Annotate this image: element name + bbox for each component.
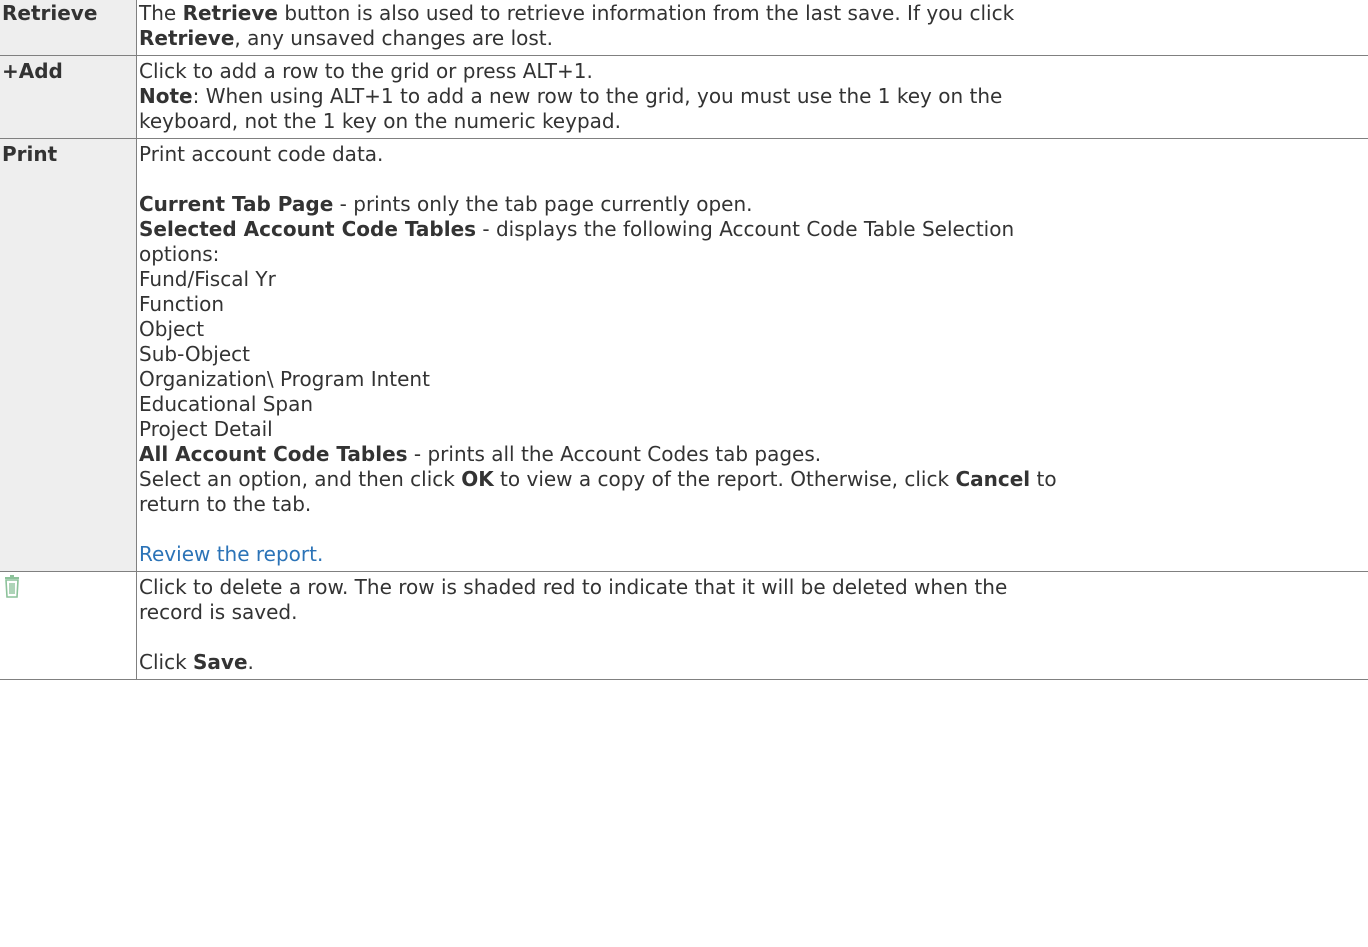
retrieve-label: Retrieve xyxy=(0,0,137,56)
review-report-link[interactable]: Review the report. xyxy=(139,542,323,566)
list-item: Object xyxy=(139,317,205,341)
add-label: +Add xyxy=(0,55,137,139)
delete-text: Click to delete a row. The row is shaded… xyxy=(139,575,1008,599)
select-option-text: to xyxy=(1030,467,1057,491)
all-tables-text: - prints all the Account Codes tab pages… xyxy=(407,442,822,466)
delete-description: Click to delete a row. The row is shaded… xyxy=(136,571,1368,680)
note-text: keyboard, not the 1 key on the numeric k… xyxy=(139,109,621,133)
table-row-print: Print Print account code data. Current T… xyxy=(0,138,1368,572)
retrieve-text: , any unsaved changes are lost. xyxy=(234,26,553,50)
table-row-add: +Add Click to add a row to the grid or p… xyxy=(0,55,1368,139)
print-label: Print xyxy=(0,138,137,572)
list-item: Organization\ Program Intent xyxy=(139,367,430,391)
print-description: Print account code data. Current Tab Pag… xyxy=(136,138,1368,572)
table-row-retrieve: Retrieve The Retrieve button is also use… xyxy=(0,0,1368,56)
ok-label: OK xyxy=(461,467,494,491)
print-intro: Print account code data. xyxy=(139,142,384,166)
list-item: Project Detail xyxy=(139,417,273,441)
list-item: Educational Span xyxy=(139,392,314,416)
note-label: Note xyxy=(139,84,193,108)
delete-label-cell xyxy=(0,571,137,680)
save-label: Save xyxy=(193,650,248,674)
add-text: Click to add a row to the grid or press … xyxy=(139,59,593,83)
trash-icon xyxy=(2,575,24,599)
add-description: Click to add a row to the grid or press … xyxy=(136,55,1368,139)
cancel-label: Cancel xyxy=(955,467,1031,491)
list-item: Function xyxy=(139,292,225,316)
select-option-text: to view a copy of the report. Otherwise,… xyxy=(493,467,956,491)
retrieve-bold: Retrieve xyxy=(139,26,235,50)
current-tab-label: Current Tab Page xyxy=(139,192,334,216)
list-item: Fund/Fiscal Yr xyxy=(139,267,276,291)
retrieve-text: button is also used to retrieve informat… xyxy=(277,1,1015,25)
save-text: Click xyxy=(139,650,194,674)
selected-tables-text: options: xyxy=(139,242,220,266)
select-option-text: return to the tab. xyxy=(139,492,312,516)
note-text: : When using ALT+1 to add a new row to t… xyxy=(192,84,1003,108)
retrieve-bold: Retrieve xyxy=(182,1,278,25)
select-option-text: Select an option, and then click xyxy=(139,467,462,491)
retrieve-text: The xyxy=(139,1,183,25)
selected-tables-text: - displays the following Account Code Ta… xyxy=(476,217,1015,241)
table-row-delete: Click to delete a row. The row is shaded… xyxy=(0,571,1368,680)
all-tables-label: All Account Code Tables xyxy=(139,442,408,466)
buttons-table: Retrieve The Retrieve button is also use… xyxy=(0,0,1368,680)
current-tab-text: - prints only the tab page currently ope… xyxy=(333,192,753,216)
selected-tables-label: Selected Account Code Tables xyxy=(139,217,477,241)
delete-text: record is saved. xyxy=(139,600,298,624)
list-item: Sub-Object xyxy=(139,342,250,366)
save-text: . xyxy=(247,650,254,674)
retrieve-description: The Retrieve button is also used to retr… xyxy=(136,0,1368,56)
